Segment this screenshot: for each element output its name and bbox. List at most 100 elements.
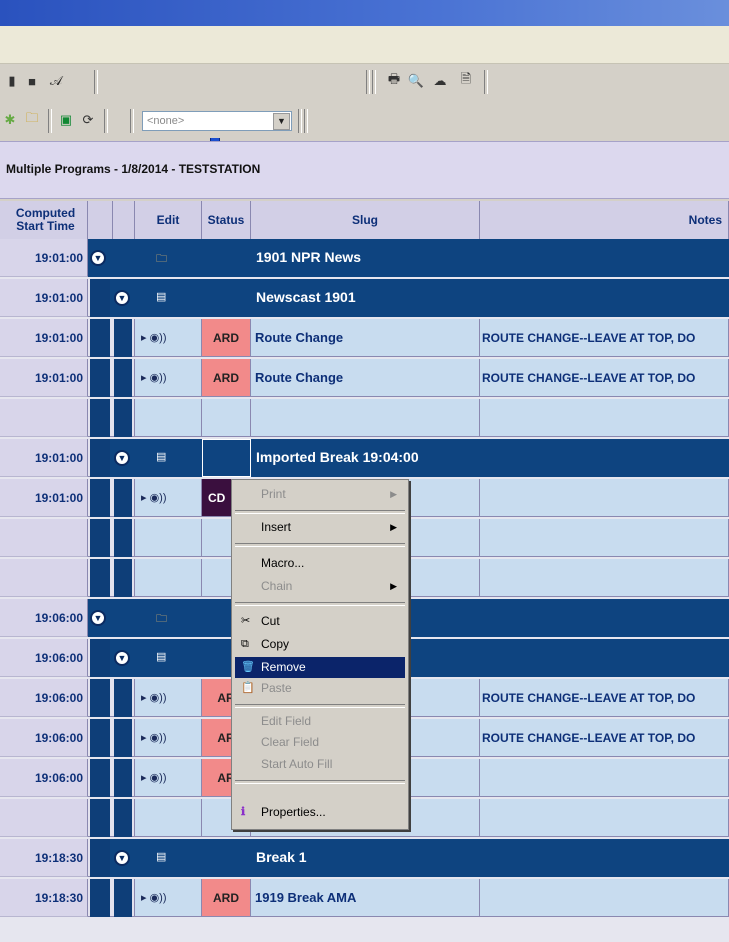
slug-cell[interactable]: 1919 Break AMA — [251, 879, 480, 917]
menu-item-paste[interactable]: 📋 Paste — [235, 678, 405, 699]
collapse-icon[interactable]: ▼ — [114, 850, 130, 866]
collapse-icon[interactable]: ▼ — [114, 650, 130, 666]
start-time-cell[interactable]: 19:06:00 — [0, 719, 88, 757]
start-time-cell[interactable] — [0, 519, 88, 557]
start-time-cell[interactable]: 19:06:00 — [0, 759, 88, 797]
status-cell[interactable]: ARD — [202, 319, 251, 357]
gear-icon[interactable]: ✱ — [0, 110, 20, 130]
start-time-cell[interactable]: 19:01:00 — [0, 479, 88, 517]
edit-cell[interactable] — [135, 399, 202, 437]
collapse-icon[interactable]: ▼ — [114, 290, 130, 306]
edit-cell[interactable]: ▸ ◉)) — [135, 879, 202, 917]
audio-icon[interactable]: ▸ ◉)) — [141, 331, 167, 344]
group-band[interactable]: ▼ ▤ — [110, 639, 729, 677]
column-header-edit[interactable]: Edit — [135, 201, 202, 239]
menu-item-insert[interactable]: Insert ▶ — [235, 517, 405, 538]
cloud-icon[interactable]: ☁ — [430, 71, 450, 91]
audio-icon[interactable]: ▸ ◉)) — [141, 731, 167, 744]
edit-cell[interactable] — [135, 559, 202, 597]
menu-item-start-auto-fill[interactable]: Start Auto Fill — [235, 754, 405, 775]
start-time-cell[interactable]: 19:01:00 — [0, 359, 88, 397]
notes-cell[interactable] — [480, 879, 729, 917]
table-row[interactable]: 19:01:00 ▼ ▤ Newscast 1901 — [0, 279, 729, 317]
number-icon[interactable]: ▣ — [56, 110, 76, 130]
column-header-start-time[interactable]: Computed Start Time — [0, 201, 88, 239]
table-row[interactable]: 19:18:30 ▸ ◉)) ARD 1919 Break AMA — [0, 879, 729, 917]
notes-cell[interactable] — [480, 759, 729, 797]
start-time-cell[interactable] — [0, 559, 88, 597]
slug-cell[interactable] — [251, 399, 480, 437]
edit-cell[interactable] — [135, 799, 202, 837]
stop-icon[interactable]: ■ — [22, 71, 42, 91]
menu-item-copy[interactable]: ⧉ Copy — [235, 634, 405, 655]
edit-cell[interactable]: ▸ ◉)) — [135, 359, 202, 397]
edit-cell[interactable]: ▸ ◉)) — [135, 679, 202, 717]
notes-cell[interactable]: ROUTE CHANGE--LEAVE AT TOP, DO — [480, 679, 729, 717]
status-cell[interactable]: ARD — [202, 879, 251, 917]
menu-item-remove[interactable]: 🗑 Remove — [235, 657, 405, 678]
filter-combo[interactable]: <none> ▼ — [142, 111, 292, 131]
notes-cell[interactable] — [480, 399, 729, 437]
start-time-cell[interactable]: 19:06:00 — [0, 679, 88, 717]
notes-cell[interactable]: ROUTE CHANGE--LEAVE AT TOP, DO — [480, 719, 729, 757]
status-cell[interactable]: ARD — [202, 359, 251, 397]
group-band[interactable]: ▼ ▤ Imported Break 19:04:00 — [110, 439, 729, 477]
program-band[interactable]: ▼ 🗀 1901 NPR News — [88, 239, 729, 277]
print-icon[interactable]: 🖶 — [384, 71, 404, 91]
table-row[interactable]: 19:01:00 ▸ ◉)) ARD Route Change ROUTE CHANGE… — [0, 319, 729, 357]
start-time-cell[interactable]: 19:01:00 — [0, 239, 88, 277]
menu-item-print[interactable]: Print ▶ — [235, 484, 405, 505]
status-cell-focus[interactable] — [202, 439, 251, 477]
start-time-cell[interactable] — [0, 799, 88, 837]
chevron-down-icon[interactable]: ▼ — [273, 113, 290, 130]
preview-icon[interactable]: 🔍 — [406, 71, 426, 91]
notes-cell[interactable]: ROUTE CHANGE--LEAVE AT TOP, DO — [480, 319, 729, 357]
start-time-cell[interactable]: 19:06:00 — [0, 599, 88, 637]
column-header-status[interactable]: Status — [202, 201, 251, 239]
start-time-cell[interactable]: 19:01:00 — [0, 439, 88, 477]
spell-icon[interactable]: 𝒜 — [46, 71, 66, 91]
notes-cell[interactable] — [480, 519, 729, 557]
group-band[interactable]: ▼ ▤ Break 1 — [110, 839, 729, 877]
edit-cell[interactable]: ▸ ◉)) — [135, 319, 202, 357]
slug-cell[interactable]: Route Change — [251, 319, 480, 357]
menu-item-cut[interactable]: ✂ Cut — [235, 611, 405, 632]
edit-cell[interactable] — [135, 519, 202, 557]
table-row[interactable]: 19:01:00 ▼ 🗀 1901 NPR News — [0, 239, 729, 277]
start-time-cell[interactable]: 19:01:00 — [0, 279, 88, 317]
folder-icon[interactable]: 🗀 — [22, 110, 42, 130]
column-header-slug[interactable]: Slug — [251, 201, 480, 239]
audio-icon[interactable]: ▸ ◉)) — [141, 691, 167, 704]
collapse-icon[interactable]: ▼ — [90, 610, 106, 626]
collapse-icon[interactable]: ▼ — [90, 250, 106, 266]
audio-icon[interactable]: ▸ ◉)) — [141, 891, 167, 904]
menu-item-properties[interactable]: ℹ Properties... — [235, 802, 405, 823]
group-band[interactable]: ▼ ▤ Newscast 1901 — [110, 279, 729, 317]
table-row[interactable]: 19:01:00 ▼ ▤ Imported Break 19:04:00 — [0, 439, 729, 477]
table-row[interactable]: 19:01:00 ▸ ◉)) ARD Route Change ROUTE CHANGE… — [0, 359, 729, 397]
menu-item-edit-field[interactable]: Edit Field — [235, 711, 405, 732]
pause-icon[interactable]: ▮ — [2, 71, 22, 91]
refresh-icon[interactable]: ⟳ — [78, 110, 98, 130]
audio-icon[interactable]: ▸ ◉)) — [141, 491, 167, 504]
start-time-cell[interactable]: 19:06:00 — [0, 639, 88, 677]
start-time-cell[interactable]: 19:18:30 — [0, 839, 88, 877]
audio-icon[interactable]: ▸ ◉)) — [141, 371, 167, 384]
document-icon[interactable]: 🗎 — [456, 71, 476, 91]
status-cell[interactable] — [202, 399, 251, 437]
edit-cell[interactable]: ▸ ◉)) — [135, 719, 202, 757]
menu-item-clear-field[interactable]: Clear Field — [235, 732, 405, 753]
start-time-cell[interactable]: 19:01:00 — [0, 319, 88, 357]
start-time-cell[interactable] — [0, 399, 88, 437]
menu-item-chain[interactable]: Chain ▶ — [235, 576, 405, 597]
notes-cell[interactable]: ROUTE CHANGE--LEAVE AT TOP, DO — [480, 359, 729, 397]
edit-cell[interactable]: ▸ ◉)) — [135, 479, 202, 517]
column-header-notes[interactable]: Notes — [480, 201, 729, 239]
slug-cell[interactable]: Route Change — [251, 359, 480, 397]
audio-icon[interactable]: ▸ ◉)) — [141, 771, 167, 784]
start-time-cell[interactable]: 19:18:30 — [0, 879, 88, 917]
collapse-icon[interactable]: ▼ — [114, 450, 130, 466]
notes-cell[interactable] — [480, 479, 729, 517]
table-row[interactable] — [0, 399, 729, 437]
menu-item-macro[interactable]: Macro... — [235, 553, 405, 574]
